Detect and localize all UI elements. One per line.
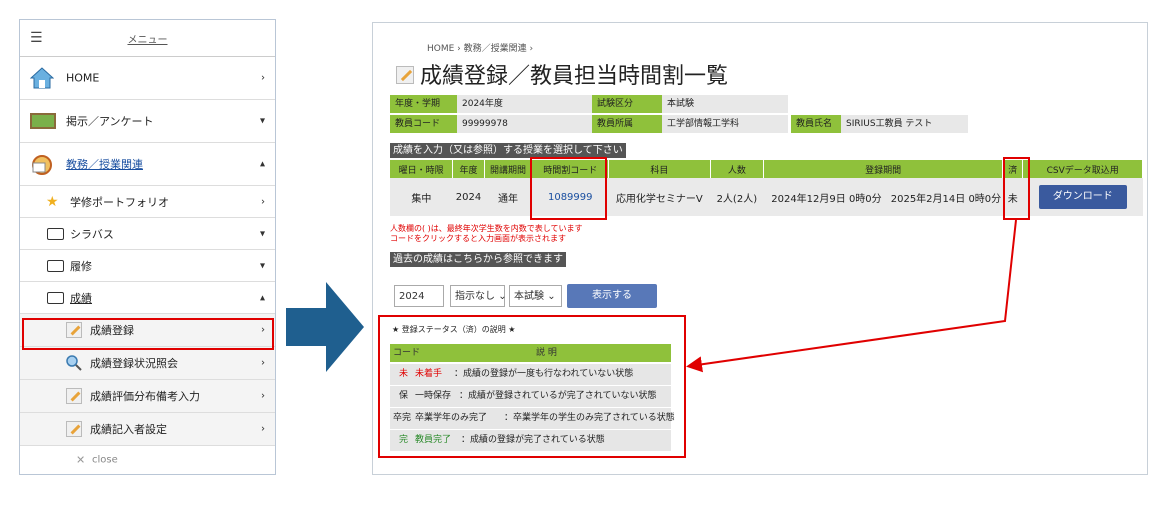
connector-arrow-icon bbox=[686, 219, 1017, 373]
